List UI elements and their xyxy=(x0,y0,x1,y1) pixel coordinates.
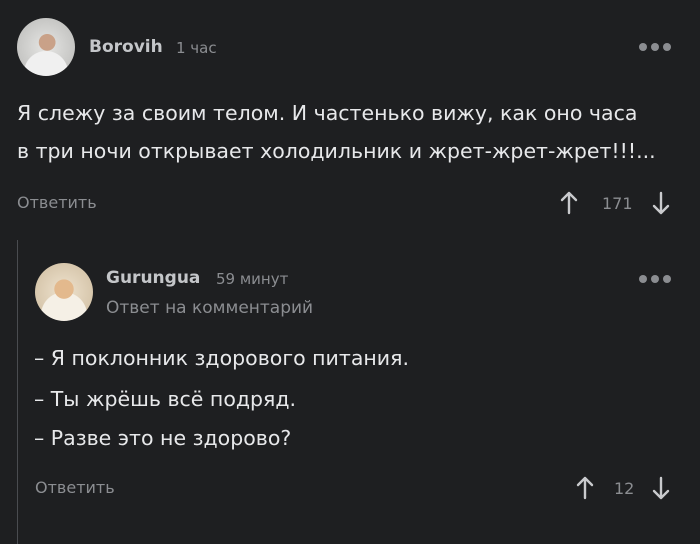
reply-to-link[interactable]: Ответ на комментарий xyxy=(106,298,313,318)
reply-text-line-2: – Ты жрёшь всё подряд. xyxy=(34,387,297,411)
reply-button[interactable]: Ответить xyxy=(17,193,97,212)
rating-count: 171 xyxy=(602,194,633,213)
reply-button[interactable]: Ответить xyxy=(35,478,115,497)
reply-username[interactable]: Gurungua xyxy=(106,268,200,288)
avatar[interactable] xyxy=(17,18,75,76)
comment-text-line-1: Я слежу за своим телом. И частенько вижу… xyxy=(17,101,638,125)
thread-line xyxy=(17,240,18,544)
arrow-up-icon[interactable] xyxy=(559,191,579,215)
avatar[interactable] xyxy=(35,263,93,321)
reply-text-line-3: – Разве это не здорово? xyxy=(34,426,292,450)
comment-time: 1 час xyxy=(176,39,217,57)
arrow-down-icon[interactable] xyxy=(651,191,671,215)
comment-text-line-2: в три ночи открывает холодильник и жрет-… xyxy=(17,139,656,163)
rating-count: 12 xyxy=(614,479,635,498)
reply-text-line-1: – Я поклонник здорового питания. xyxy=(34,346,409,370)
reply-time: 59 минут xyxy=(216,270,289,288)
comment-username[interactable]: Borovih xyxy=(89,37,163,57)
arrow-down-icon[interactable] xyxy=(651,476,671,500)
arrow-up-icon[interactable] xyxy=(575,476,595,500)
more-dots-icon[interactable] xyxy=(639,275,671,283)
more-dots-icon[interactable] xyxy=(639,43,671,51)
